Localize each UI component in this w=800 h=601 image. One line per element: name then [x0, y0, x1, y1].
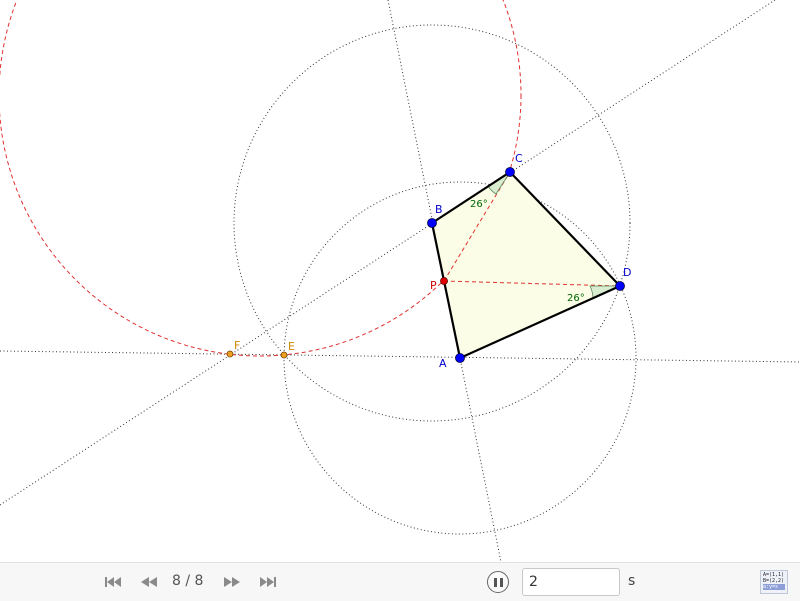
construction-canvas[interactable]: 26° 26° A B C D P E F: [0, 0, 800, 562]
point-e[interactable]: [280, 351, 288, 359]
speed-input[interactable]: [522, 568, 620, 596]
point-c[interactable]: [505, 167, 515, 177]
algebra-view-button[interactable]: A=(1,1) B=(2,2) a:y=x: [760, 570, 788, 594]
label-p: P: [430, 279, 437, 292]
algebra-icon-line-3: a:y=x: [763, 584, 785, 590]
point-d[interactable]: [615, 281, 625, 291]
pause-button[interactable]: [487, 571, 509, 593]
pause-icon-bar: [499, 577, 503, 587]
pause-icon: [493, 577, 497, 587]
label-e: E: [288, 340, 295, 353]
red-dashed-circle: [0, 0, 522, 357]
speed-unit-label: s: [628, 573, 636, 589]
point-b[interactable]: [427, 218, 437, 228]
skip-to-end-icon: [260, 577, 276, 587]
label-b: B: [435, 203, 443, 216]
label-c: C: [515, 152, 523, 165]
point-a[interactable]: [455, 353, 465, 363]
step-counter: 8 / 8: [172, 573, 204, 589]
label-a: A: [439, 357, 447, 370]
previous-step-button[interactable]: [139, 573, 159, 591]
label-f: F: [234, 339, 240, 352]
point-p[interactable]: [440, 277, 448, 285]
quadrilateral-abcd[interactable]: [432, 172, 620, 358]
last-step-button[interactable]: [258, 573, 278, 591]
label-d: D: [623, 266, 631, 279]
fast-forward-icon: [224, 577, 240, 587]
construction-line-horizontal: [0, 350, 800, 363]
point-f[interactable]: [226, 350, 234, 358]
next-step-button[interactable]: [222, 573, 242, 591]
angle-label-c: 26°: [470, 199, 488, 210]
skip-to-start-icon: [105, 577, 121, 587]
construction-navigation-bar: 8 / 8 s A=(1,1) B=(2,2) a:y=x: [0, 562, 800, 601]
first-step-button[interactable]: [103, 573, 123, 591]
rewind-icon: [141, 577, 157, 587]
construction-line-diagonal: [0, 0, 776, 506]
angle-label-d: 26°: [567, 293, 585, 304]
